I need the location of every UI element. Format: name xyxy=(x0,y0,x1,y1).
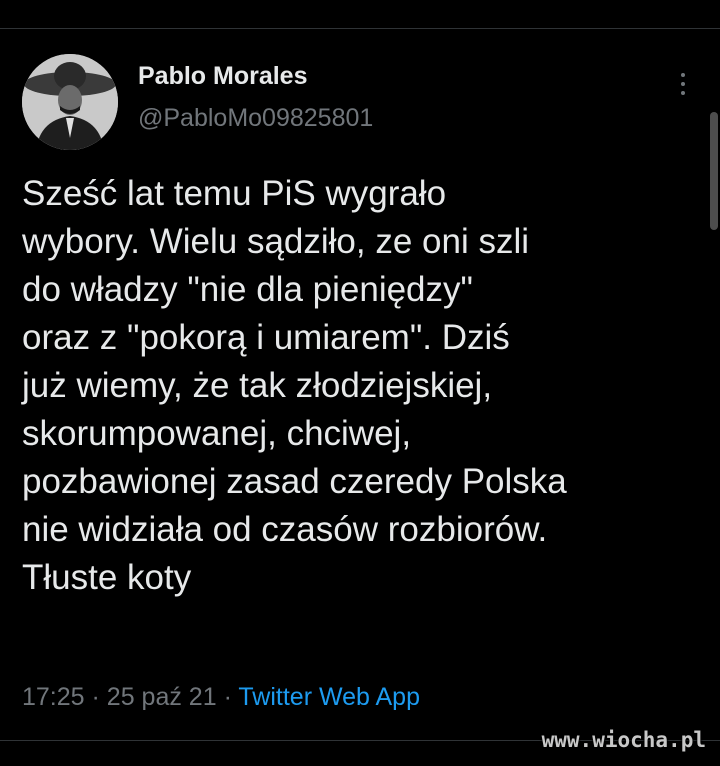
meta-separator: · xyxy=(91,683,100,711)
tweet-time[interactable]: 17:25 xyxy=(22,683,85,711)
scrollbar[interactable] xyxy=(710,112,718,230)
author-handle[interactable]: @PabloMo09825801 xyxy=(138,104,373,133)
menu-dot xyxy=(681,73,685,77)
avatar-photo-icon xyxy=(22,54,118,150)
tweet-date[interactable]: 25 paź 21 xyxy=(107,683,217,711)
site-watermark: www.wiocha.pl xyxy=(541,728,706,752)
more-options-icon[interactable] xyxy=(668,64,698,104)
top-divider xyxy=(0,28,720,29)
tweet-meta: 17:25 · 25 paź 21 · Twitter Web App xyxy=(22,683,420,712)
menu-dot xyxy=(681,82,685,86)
author-display-name[interactable]: Pablo Morales xyxy=(138,62,308,91)
tweet-source-link[interactable]: Twitter Web App xyxy=(238,683,420,711)
tweet-text: Sześć lat temu PiS wygrało wybory. Wielu… xyxy=(22,174,567,597)
meta-separator: · xyxy=(223,683,232,711)
avatar[interactable] xyxy=(22,54,118,150)
menu-dot xyxy=(681,91,685,95)
